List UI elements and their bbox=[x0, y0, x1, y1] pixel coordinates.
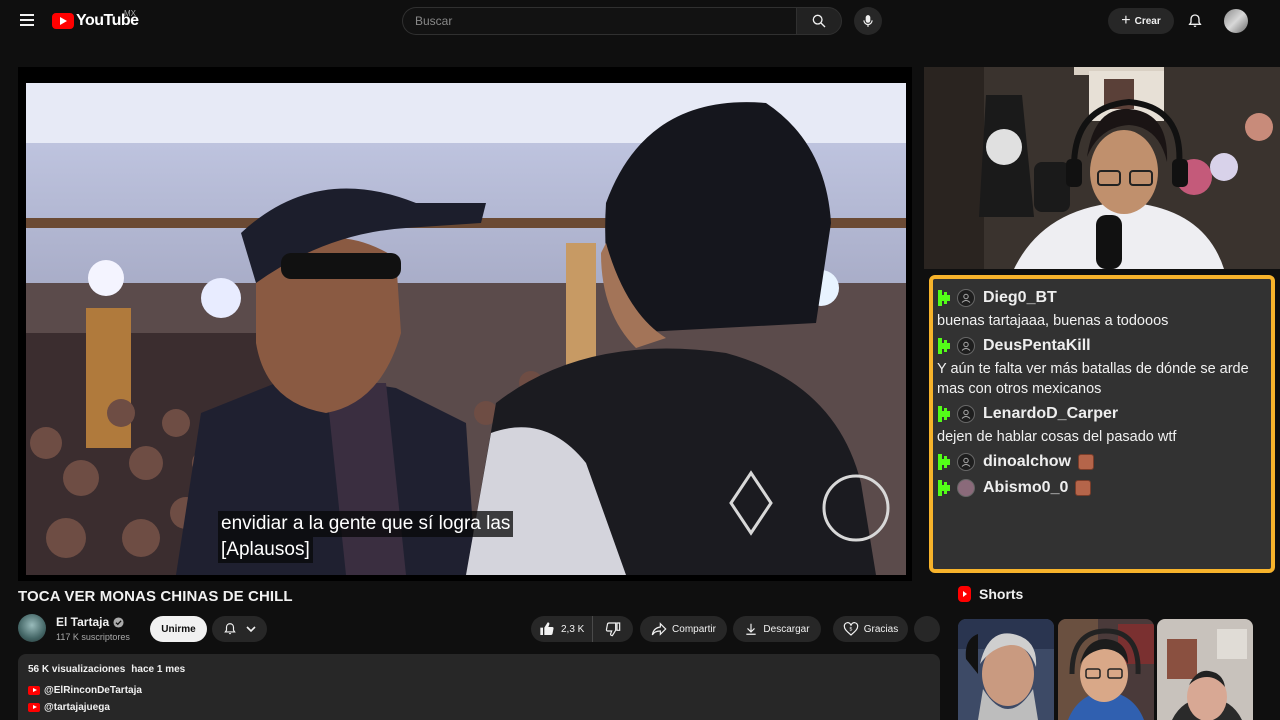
kick-icon bbox=[938, 290, 950, 306]
short-thumbnail-image bbox=[958, 619, 1054, 720]
chat-message: DeusPentaKill Y aún te falta ver más bat… bbox=[937, 335, 1265, 399]
chat-message: Dieg0_BT buenas tartajaaa, buenas a todo… bbox=[937, 287, 1265, 331]
kick-icon bbox=[938, 406, 950, 422]
chat-username: Dieg0_BT bbox=[983, 289, 1057, 306]
channel-name-row[interactable]: El Tartaja bbox=[56, 615, 124, 629]
search-icon bbox=[812, 14, 826, 28]
chat-username: dinoalchow bbox=[983, 453, 1071, 470]
short-thumbnail[interactable] bbox=[1157, 619, 1253, 720]
chat-text: Y aún te falta ver más batallas de dónde… bbox=[937, 361, 1249, 397]
description-link[interactable]: @tartajajuega bbox=[28, 700, 930, 714]
create-button[interactable]: + Crear bbox=[1108, 8, 1174, 34]
user-icon bbox=[957, 289, 975, 307]
bell-icon bbox=[1188, 14, 1202, 27]
description-link[interactable]: @ElRinconDeTartaja bbox=[28, 683, 930, 697]
channel-name[interactable]: El Tartaja bbox=[56, 615, 109, 629]
share-label: Compartir bbox=[672, 623, 716, 635]
shorts-header: Shorts bbox=[958, 586, 1023, 602]
thumbs-up-icon bbox=[540, 622, 554, 635]
video-player[interactable]: envidiar a la gente que sí logra las [Ap… bbox=[18, 67, 912, 581]
upload-date: hace 1 mes bbox=[131, 664, 186, 675]
thanks-button[interactable]: $ Gracias bbox=[833, 616, 908, 642]
search-bar bbox=[402, 7, 842, 35]
chat-message: LenardoD_Carper dejen de hablar cosas de… bbox=[937, 403, 1265, 447]
verified-icon bbox=[113, 616, 124, 628]
subscription-notifications-button[interactable] bbox=[212, 616, 267, 642]
join-button[interactable]: Unirme bbox=[150, 616, 207, 642]
youtube-icon bbox=[28, 702, 40, 712]
kick-icon bbox=[938, 454, 950, 470]
youtube-play-icon bbox=[52, 13, 74, 29]
caption-line-2: [Aplausos] bbox=[218, 537, 313, 563]
user-icon bbox=[957, 453, 975, 471]
channel-link[interactable]: @ElRinconDeTartaja bbox=[44, 685, 142, 696]
super-thanks-icon: $ bbox=[843, 622, 859, 636]
dislike-button[interactable] bbox=[593, 616, 633, 642]
short-thumbnail-image bbox=[1058, 619, 1154, 720]
emote-icon bbox=[1075, 480, 1092, 496]
menu-icon[interactable] bbox=[16, 11, 38, 31]
video-frame[interactable]: envidiar a la gente que sí logra las [Ap… bbox=[26, 83, 906, 575]
webcam-scene bbox=[924, 67, 1280, 269]
kick-icon bbox=[938, 480, 950, 496]
user-avatar-icon bbox=[957, 479, 975, 497]
like-button[interactable]: 2,3 K bbox=[531, 616, 593, 642]
country-code: MX bbox=[124, 9, 136, 18]
thumbs-down-icon bbox=[605, 622, 621, 637]
chevron-down-icon bbox=[245, 626, 256, 633]
chat-overlay: Dieg0_BT buenas tartajaaa, buenas a todo… bbox=[929, 275, 1275, 573]
share-icon bbox=[651, 622, 667, 636]
chat-username: Abismo0_0 bbox=[983, 479, 1069, 496]
subscriber-count: 117 K suscriptores bbox=[56, 632, 130, 642]
streamer-webcam bbox=[924, 67, 1280, 269]
channel-avatar[interactable] bbox=[18, 614, 46, 642]
description-box[interactable]: 56 K visualizaciones hace 1 mes @ElRinco… bbox=[18, 654, 940, 720]
search-button[interactable] bbox=[796, 7, 842, 35]
short-thumbnail-image bbox=[1157, 619, 1253, 720]
create-label: Crear bbox=[1134, 15, 1161, 27]
caption-line-1: envidiar a la gente que sí logra las bbox=[218, 511, 514, 537]
bell-icon bbox=[223, 623, 236, 635]
short-thumbnail[interactable] bbox=[1058, 619, 1154, 720]
video-scene bbox=[26, 83, 906, 575]
chat-message: dinoalchow bbox=[937, 451, 1265, 473]
notifications-button[interactable] bbox=[1184, 10, 1206, 32]
share-button[interactable]: Compartir bbox=[640, 616, 727, 642]
chat-username: LenardoD_Carper bbox=[983, 405, 1119, 422]
download-button[interactable]: Descargar bbox=[733, 616, 821, 642]
emote-icon bbox=[1078, 454, 1094, 470]
account-avatar[interactable] bbox=[1224, 9, 1248, 33]
masthead: YouTube MX + Crear bbox=[0, 0, 1280, 42]
shorts-title: Shorts bbox=[979, 586, 1024, 602]
svg-text:$: $ bbox=[849, 626, 852, 632]
more-actions-button[interactable] bbox=[914, 616, 940, 642]
user-icon bbox=[957, 337, 975, 355]
search-input[interactable] bbox=[402, 7, 796, 35]
description-meta: 56 K visualizaciones hace 1 mes bbox=[28, 664, 930, 675]
short-thumbnail[interactable] bbox=[958, 619, 1054, 720]
user-icon bbox=[957, 405, 975, 423]
like-count: 2,3 K bbox=[561, 623, 585, 635]
video-caption: envidiar a la gente que sí logra las [Ap… bbox=[218, 511, 514, 563]
view-count: 56 K visualizaciones bbox=[28, 664, 126, 675]
chat-message: Abismo0_0 bbox=[937, 477, 1265, 499]
download-icon bbox=[746, 623, 757, 635]
thanks-label: Gracias bbox=[863, 623, 899, 635]
download-label: Descargar bbox=[763, 623, 810, 635]
chat-text: dejen de hablar cosas del pasado wtf bbox=[937, 429, 1177, 445]
kick-icon bbox=[938, 338, 950, 354]
channel-link[interactable]: @tartajajuega bbox=[44, 702, 110, 713]
chat-username: DeusPentaKill bbox=[983, 337, 1091, 354]
microphone-icon bbox=[863, 15, 873, 27]
like-dislike-group: 2,3 K bbox=[531, 616, 633, 642]
plus-icon: + bbox=[1121, 12, 1131, 29]
shorts-icon bbox=[958, 586, 971, 602]
video-title: TOCA VER MONAS CHINAS DE CHILL bbox=[18, 588, 293, 605]
chat-text: buenas tartajaaa, buenas a todooos bbox=[937, 313, 1169, 329]
youtube-icon bbox=[28, 685, 40, 695]
voice-search-button[interactable] bbox=[854, 7, 882, 35]
